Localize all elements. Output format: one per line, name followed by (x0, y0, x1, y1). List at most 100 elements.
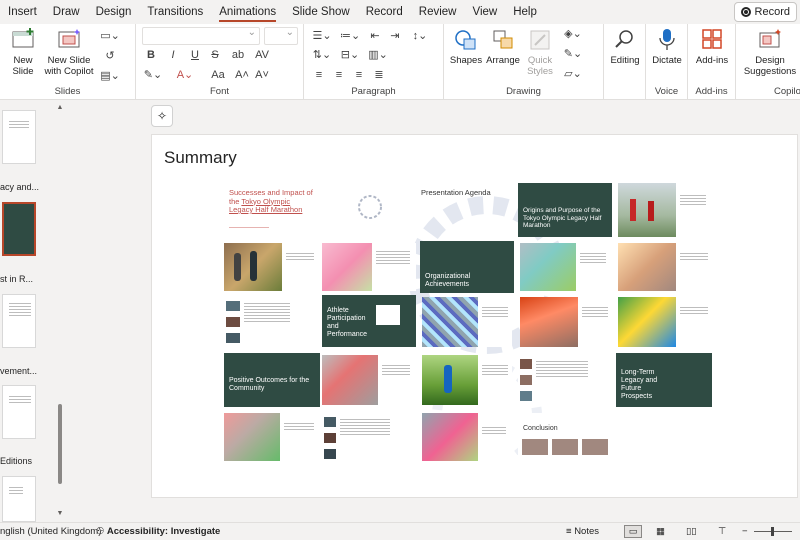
columns-icon[interactable]: ▥⌄ (368, 49, 388, 61)
tab-help[interactable]: Help (505, 0, 545, 24)
summary-slide-thumb[interactable] (520, 243, 612, 291)
new-slide-button[interactable]: New Slide (6, 28, 40, 77)
bullets-icon[interactable]: ☰⌄ (312, 30, 332, 42)
align-left-icon[interactable]: ≡ (312, 69, 326, 81)
tab-record[interactable]: Record (358, 0, 411, 24)
line-spacing-icon[interactable]: ↕⌄ (410, 30, 430, 42)
slide-thumbnail[interactable] (2, 294, 36, 348)
decrease-indent-icon[interactable]: ⇤ (368, 30, 382, 42)
strikethrough-icon[interactable]: S (208, 49, 222, 61)
scroll-up-icon[interactable]: ▲ (56, 104, 64, 111)
tab-animations[interactable]: Animations (211, 0, 284, 24)
summary-slide-thumb[interactable] (422, 297, 512, 347)
summary-slide-thumb[interactable] (224, 243, 320, 291)
highlight-icon[interactable]: ✎⌄ (142, 69, 164, 81)
notes-label: Notes (574, 526, 600, 537)
font-color-icon[interactable]: A⌄ (174, 69, 196, 81)
dictate-button[interactable]: Dictate (649, 28, 685, 66)
italic-icon[interactable]: I (166, 49, 180, 61)
design-suggestions-button[interactable]: Design Suggestions (740, 28, 800, 77)
slide-thumbnail[interactable] (2, 110, 36, 164)
new-slide-copilot-button[interactable]: New Slide with Copilot (42, 28, 96, 77)
summary-origins-slide[interactable]: Origins and Purpose of the Tokyo Olympic… (518, 183, 612, 237)
current-slide[interactable]: Summary Successes and Impact of the Toky… (151, 134, 798, 498)
summary-organizational-slide[interactable]: Organizational Achievements (420, 241, 514, 293)
shape-effects-icon[interactable]: ▱⌄ (562, 68, 584, 80)
bold-icon[interactable]: B (144, 49, 158, 61)
summary-slide-thumb[interactable] (322, 243, 416, 291)
thumbnail-partial-label: acy and... (0, 182, 40, 192)
arrange-button[interactable]: Arrange (484, 28, 522, 66)
summary-slide-thumb[interactable] (518, 355, 612, 405)
summary-slide-thumb[interactable] (322, 413, 416, 461)
accessibility-status[interactable]: ⚇ Accessibility: Investigate (96, 526, 220, 537)
slide-thumbnail[interactable] (2, 476, 36, 522)
text-direction-icon[interactable]: ⇅⌄ (312, 49, 332, 61)
summary-slide-thumb[interactable] (520, 297, 612, 347)
summary-conclusion-slide[interactable]: Conclusion (518, 413, 612, 461)
reset-icon[interactable]: ↺ (100, 50, 120, 62)
numbering-icon[interactable]: ≔⌄ (340, 30, 360, 42)
tab-slide-show[interactable]: Slide Show (284, 0, 358, 24)
summary-slide-thumb[interactable] (322, 355, 416, 405)
language-status[interactable]: nglish (United Kingdom) (0, 526, 101, 537)
summary-agenda-slide[interactable]: Presentation Agenda (416, 183, 512, 237)
align-center-icon[interactable]: ≡ (332, 69, 346, 81)
increase-indent-icon[interactable]: ⇥ (388, 30, 402, 42)
zoom-slider-thumb[interactable] (771, 527, 774, 536)
zoom-out-icon[interactable]: − (742, 526, 748, 537)
section-icon[interactable]: ▤⌄ (100, 70, 120, 82)
tab-insert[interactable]: Insert (0, 0, 45, 24)
summary-athlete-slide[interactable]: Athlete Participation and Performance (322, 295, 416, 347)
summary-slide-thumb[interactable] (422, 413, 512, 461)
slide-thumbnail[interactable] (2, 385, 36, 439)
align-right-icon[interactable]: ≡ (352, 69, 366, 81)
tab-review[interactable]: Review (411, 0, 465, 24)
slide-thumbnail-selected[interactable] (2, 202, 36, 256)
summary-slide-thumb[interactable] (224, 297, 320, 347)
quick-styles-button[interactable]: Quick Styles (522, 28, 558, 77)
align-text-icon[interactable]: ⊟⌄ (340, 49, 360, 61)
summary-cover-slide[interactable]: Successes and Impact of the Tokyo Olympi… (224, 183, 320, 237)
summary-slide-thumb[interactable] (618, 297, 712, 347)
slide-show-icon[interactable]: ⊤ (718, 526, 726, 537)
tab-view[interactable]: View (464, 0, 505, 24)
record-button[interactable]: Record (733, 2, 797, 22)
clear-format-icon[interactable]: ab (228, 49, 248, 61)
justify-icon[interactable]: ≣ (372, 69, 386, 81)
tab-transitions[interactable]: Transitions (139, 0, 211, 24)
shape-fill-icon[interactable]: ◈⌄ (562, 28, 584, 40)
slide-title[interactable]: Summary (164, 148, 237, 168)
normal-view-icon[interactable]: ▭ (624, 525, 642, 538)
tab-design[interactable]: Design (88, 0, 140, 24)
scrollbar-thumb[interactable] (58, 404, 62, 484)
shapes-button[interactable]: Shapes (448, 28, 484, 66)
layout-icon[interactable]: ▭⌄ (100, 30, 120, 42)
summary-slide-thumb[interactable] (618, 243, 712, 291)
summary-positive-slide[interactable]: Positive Outcomes for the Community (224, 353, 320, 407)
grow-font-icon[interactable]: A˄ (234, 69, 250, 81)
summary-slide-thumb[interactable] (224, 413, 320, 461)
reading-view-icon[interactable]: ▯▯ (686, 526, 696, 537)
change-case-icon[interactable]: Aa (208, 69, 228, 81)
shrink-font-icon[interactable]: A˅ (254, 69, 270, 81)
thumbnail-scrollbar[interactable]: ▲ ▼ (56, 104, 64, 518)
addins-button[interactable]: Add-ins (692, 28, 732, 66)
font-size-dropdown[interactable] (264, 27, 298, 45)
summary-slide-thumb[interactable] (422, 355, 512, 405)
character-spacing-icon[interactable]: AV (252, 49, 272, 61)
notes-button[interactable]: ≡ Notes (566, 526, 599, 537)
shape-outline-icon[interactable]: ✎⌄ (562, 48, 584, 60)
tab-draw[interactable]: Draw (45, 0, 88, 24)
slide-sorter-icon[interactable]: ▦ (656, 526, 665, 537)
shapes-icon (453, 28, 479, 52)
underline-icon[interactable]: U (188, 49, 202, 61)
summary-logo-slide[interactable] (320, 183, 416, 237)
designer-sparkle-button[interactable]: ✧ (151, 105, 173, 127)
summary-slide-thumb[interactable] (618, 183, 712, 237)
thumbnail-partial-label: Editions (0, 456, 33, 466)
editing-button[interactable]: Editing (607, 28, 643, 66)
summary-long-term-slide[interactable]: Long-Term Legacy and Future Prospects (616, 353, 712, 407)
scroll-down-icon[interactable]: ▼ (56, 510, 64, 517)
font-name-dropdown[interactable] (142, 27, 260, 45)
